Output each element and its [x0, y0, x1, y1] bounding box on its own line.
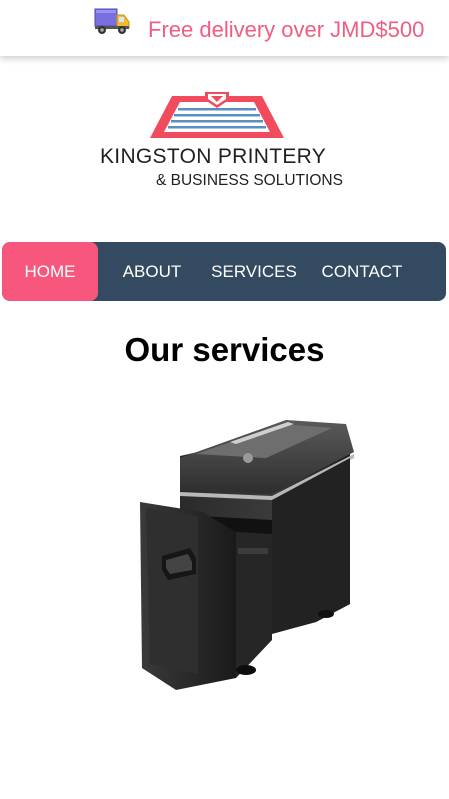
nav-home[interactable]: HOME [2, 242, 98, 301]
logo-subtitle: & BUSINESS SOLUTIONS [156, 172, 343, 189]
nav-contact[interactable]: CONTACT [314, 242, 410, 301]
nav-about[interactable]: ABOUT [112, 242, 192, 301]
nav-services[interactable]: SERVICES [204, 242, 304, 301]
page-title: Our services [124, 331, 325, 368]
site-logo[interactable]: KINGSTON PRINTERY & BUSINESS SOLUTIONS [98, 92, 348, 196]
paper-shredder-image [140, 420, 354, 690]
delivery-banner: Free delivery over JMD$500 [0, 0, 449, 56]
delivery-text: Free delivery over JMD$500 [148, 17, 425, 42]
main-nav: HOME ABOUT SERVICES CONTACT [2, 242, 446, 301]
logo-title: KINGSTON PRINTERY [100, 145, 327, 168]
delivery-truck-icon [94, 8, 130, 34]
printery-logo-mark-icon [150, 92, 284, 138]
